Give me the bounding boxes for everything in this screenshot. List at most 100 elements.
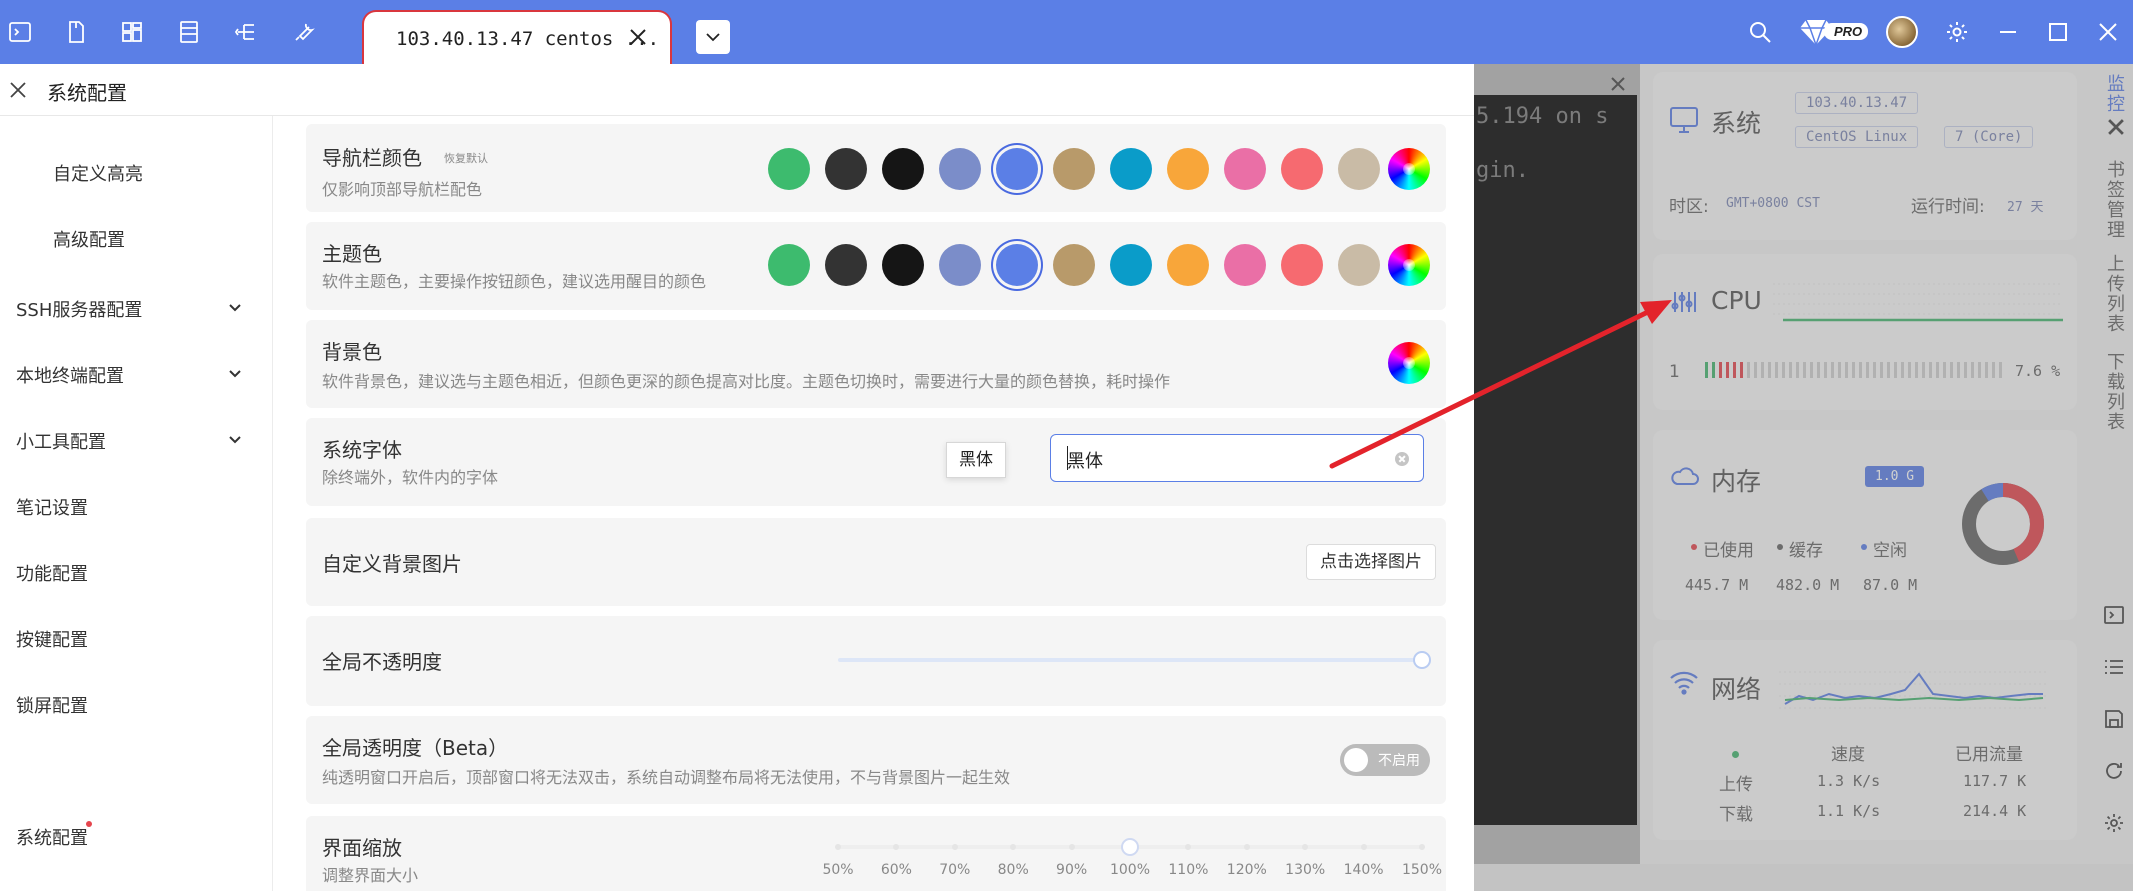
zoom-tick[interactable]	[1243, 844, 1250, 850]
pro-badge[interactable]: PRO	[1800, 18, 1872, 46]
font-select-input[interactable]: 黑体	[1050, 434, 1424, 482]
zoom-tick[interactable]	[835, 844, 841, 850]
clear-icon[interactable]	[1395, 452, 1409, 466]
color-swatch[interactable]	[1224, 244, 1266, 286]
zoom-tick[interactable]	[1185, 844, 1192, 850]
nav-item-lockscreen[interactable]: 锁屏配置	[16, 692, 88, 718]
setting-zoom: 界面缩放 调整界面大小 50% 60% 70% 80% 90% 100% 110% 120% 1…	[306, 816, 1446, 891]
nav-item-system[interactable]: 系统配置	[16, 824, 88, 850]
zoom-tick-label: 110%	[1168, 862, 1209, 878]
setting-desc: 仅影响顶部导航栏配色	[322, 180, 483, 199]
zoom-slider-thumb[interactable]	[1121, 838, 1139, 856]
color-swatch[interactable]	[996, 244, 1038, 286]
setting-bg-image: 自定义背景图片 点击选择图片	[306, 518, 1446, 606]
terminal-icon[interactable]	[8, 20, 32, 44]
color-swatch[interactable]	[1281, 244, 1323, 286]
file-icon[interactable]	[64, 20, 88, 44]
nav-item-ssh-server[interactable]: SSH服务器配置	[16, 296, 142, 322]
transparency-toggle[interactable]: 不启用	[1340, 744, 1430, 776]
color-swatch[interactable]	[1281, 148, 1323, 190]
zoom-tick[interactable]	[1010, 844, 1017, 850]
chevron-down-icon[interactable]	[226, 364, 244, 382]
zoom-tick[interactable]	[1068, 844, 1075, 850]
choose-image-button[interactable]: 点击选择图片	[1306, 544, 1436, 580]
chevron-down-icon	[706, 33, 720, 42]
nav-item-tools[interactable]: 小工具配置	[16, 428, 106, 454]
color-swatch[interactable]	[825, 244, 867, 286]
color-swatch[interactable]	[1224, 148, 1266, 190]
top-navbar: 103.40.13.47 centos ... PRO	[0, 0, 2133, 64]
minimize-icon[interactable]	[1996, 20, 2020, 44]
nav-item-advanced[interactable]: 高级配置	[53, 226, 125, 252]
nav-item-features[interactable]: 功能配置	[16, 560, 88, 586]
color-swatch[interactable]	[1338, 148, 1380, 190]
settings-title: 系统配置	[47, 81, 127, 105]
setting-title: 主题色	[322, 242, 382, 266]
zoom-tick[interactable]	[1360, 844, 1367, 850]
zoom-tick[interactable]	[951, 844, 958, 850]
avatar[interactable]	[1886, 16, 1918, 48]
close-icon[interactable]	[8, 80, 28, 100]
wrench-icon[interactable]	[292, 20, 316, 44]
window-close-icon[interactable]	[2096, 20, 2120, 44]
nav-item-notes[interactable]: 笔记设置	[16, 494, 88, 520]
tab-dropdown-button[interactable]	[696, 20, 730, 54]
zoom-tick[interactable]	[1419, 844, 1425, 850]
tab-label: 103.40.13.47 centos ...	[396, 28, 660, 50]
color-swatch[interactable]	[768, 148, 810, 190]
color-swatch[interactable]	[1167, 244, 1209, 286]
zoom-tick-label: 140%	[1343, 862, 1384, 878]
color-swatch[interactable]	[1110, 244, 1152, 286]
color-swatch[interactable]	[1110, 148, 1152, 190]
layout-icon[interactable]	[120, 20, 144, 44]
zoom-tick-label: 90%	[1056, 862, 1088, 878]
zoom-tick[interactable]	[1302, 844, 1309, 850]
text-caret	[1067, 446, 1068, 470]
color-swatch[interactable]	[939, 148, 981, 190]
setting-title: 自定义背景图片	[322, 552, 462, 576]
zoom-tick-label: 80%	[997, 862, 1029, 878]
chevron-down-icon[interactable]	[226, 430, 244, 448]
notification-dot	[86, 821, 92, 827]
settings-nav: 自定义高亮 高级配置 SSH服务器配置 本地终端配置 小工具配置 笔记设置 功能…	[0, 116, 273, 891]
color-swatch[interactable]	[1053, 148, 1095, 190]
toggle-knob	[1344, 748, 1368, 772]
color-swatch[interactable]	[1053, 244, 1095, 286]
chevron-down-icon[interactable]	[226, 298, 244, 316]
custom-color-picker[interactable]	[1388, 244, 1430, 286]
opacity-slider-thumb[interactable]	[1413, 651, 1431, 669]
color-swatch[interactable]	[939, 244, 981, 286]
maximize-icon[interactable]	[2046, 20, 2070, 44]
setting-title: 全局不透明度	[322, 650, 442, 674]
close-icon[interactable]	[628, 27, 648, 47]
restore-default-link[interactable]: 恢复默认	[444, 150, 488, 166]
zoom-tick[interactable]	[893, 844, 900, 850]
color-swatch[interactable]	[1167, 148, 1209, 190]
list-icon[interactable]	[177, 20, 201, 44]
opacity-slider[interactable]	[838, 658, 1422, 662]
setting-opacity: 全局不透明度	[306, 616, 1446, 706]
setting-title: 全局透明度（Beta）	[322, 736, 509, 760]
font-option-tooltip[interactable]: 黑体	[946, 442, 1006, 478]
settings-content: 导航栏颜色 恢复默认 仅影响顶部导航栏配色 主题色 软件主题色，主要操作按钮颜色…	[274, 116, 1474, 891]
search-icon[interactable]	[1748, 20, 1772, 44]
session-tab[interactable]: 103.40.13.47 centos ...	[362, 10, 672, 64]
nav-item-custom-highlight[interactable]: 自定义高亮	[53, 160, 143, 186]
toggle-label: 不启用	[1378, 753, 1420, 769]
modal-backdrop[interactable]	[1474, 64, 2133, 891]
gear-icon[interactable]	[1945, 20, 1969, 44]
color-swatch[interactable]	[825, 148, 867, 190]
color-swatch[interactable]	[882, 148, 924, 190]
pro-label: PRO	[1824, 23, 1869, 40]
nav-item-keys[interactable]: 按键配置	[16, 626, 88, 652]
color-swatch[interactable]	[768, 244, 810, 286]
tree-icon[interactable]	[234, 20, 258, 44]
custom-color-picker[interactable]	[1388, 342, 1430, 384]
color-swatch[interactable]	[1338, 244, 1380, 286]
color-swatch[interactable]	[996, 148, 1038, 190]
setting-theme-color: 主题色 软件主题色，主要操作按钮颜色，建议选用醒目的颜色	[306, 222, 1446, 310]
nav-item-local-terminal[interactable]: 本地终端配置	[16, 362, 124, 388]
color-swatch[interactable]	[882, 244, 924, 286]
zoom-tick-label: 120%	[1226, 862, 1267, 878]
custom-color-picker[interactable]	[1388, 148, 1430, 190]
